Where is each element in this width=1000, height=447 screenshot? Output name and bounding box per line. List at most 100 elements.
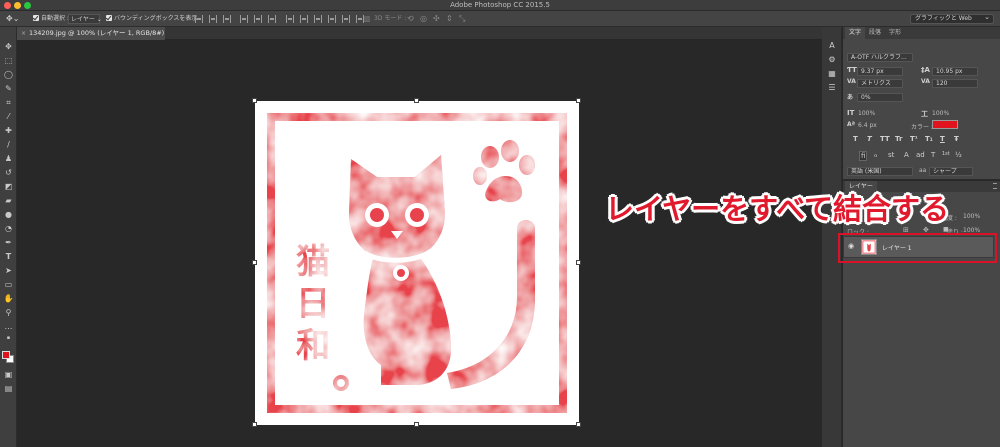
transform-handle[interactable]: [576, 260, 581, 265]
kerning-field[interactable]: メトリクス: [857, 79, 903, 88]
horizontal-scale-value[interactable]: 100%: [932, 110, 949, 117]
distribute-hcenter-icon[interactable]: [342, 15, 350, 23]
align-top-icon[interactable]: [195, 15, 203, 23]
text-color-swatch[interactable]: [932, 120, 958, 129]
path-select-tool-icon[interactable]: ➤: [3, 265, 14, 276]
contextual-alternates-button[interactable]: ℴ: [874, 151, 877, 159]
workspace-select[interactable]: グラフィックと Web: [910, 13, 994, 24]
gradient-tool-icon[interactable]: ▰: [3, 195, 14, 206]
transform-handle[interactable]: [576, 98, 581, 103]
character-panel: 文字 段落 字形 A-OTF ハルクラフ... ƬT 9.37 px ‡A 10…: [843, 27, 1000, 180]
3d-scale-icon[interactable]: ⤡: [459, 14, 465, 24]
zoom-tool-icon[interactable]: ⚲: [3, 307, 14, 318]
dodge-tool-icon[interactable]: ◔: [3, 223, 14, 234]
more-tools-icon[interactable]: …: [3, 321, 14, 332]
3d-roll-icon[interactable]: ◎: [420, 14, 427, 24]
paragraph-panel-icon[interactable]: ⚙: [827, 55, 837, 65]
canvas-area[interactable]: 猫 日 和: [17, 40, 822, 447]
align-hcenter-icon[interactable]: [254, 15, 262, 23]
swatches-panel-icon[interactable]: ▦: [827, 69, 837, 79]
align-right-icon[interactable]: [268, 15, 276, 23]
3d-rotate-icon[interactable]: ⟲: [407, 14, 414, 24]
tracking-field[interactable]: 120: [932, 79, 978, 88]
font-family-select[interactable]: A-OTF ハルクラフ...: [847, 53, 913, 62]
foreground-color-swatch[interactable]: [2, 351, 10, 359]
faux-bold-button[interactable]: T: [853, 135, 858, 143]
baseline-shift-value[interactable]: 6.4 px: [858, 122, 877, 129]
subscript-button[interactable]: T₁: [925, 135, 933, 143]
titling-alternates-button[interactable]: T: [931, 151, 935, 159]
libraries-panel-icon[interactable]: ☰: [827, 83, 837, 93]
clone-stamp-tool-icon[interactable]: ♟: [3, 153, 14, 164]
font-size-field[interactable]: 9.37 px: [857, 67, 903, 76]
align-left-icon[interactable]: [240, 15, 248, 23]
history-brush-tool-icon[interactable]: ↺: [3, 167, 14, 178]
tab-glyphs[interactable]: 字形: [885, 27, 905, 39]
3d-slide-icon[interactable]: ⇕: [446, 14, 453, 24]
transform-handle[interactable]: [252, 422, 257, 427]
underline-button[interactable]: T: [940, 135, 945, 143]
distribute-right-icon[interactable]: [356, 15, 364, 23]
lasso-tool-icon[interactable]: ◯: [3, 69, 14, 80]
tab-character[interactable]: 文字: [845, 27, 866, 39]
document-tab[interactable]: × 134209.jpg @ 100% (レイヤー 1, RGB/8#) *: [17, 27, 165, 40]
quick-select-tool-icon[interactable]: ✎: [3, 83, 14, 94]
opacity-value[interactable]: 100%: [963, 213, 980, 220]
default-colors-icon[interactable]: ▪: [3, 333, 14, 344]
distribute-bottom-icon[interactable]: [314, 15, 322, 23]
distribute-left-icon[interactable]: [328, 15, 336, 23]
transform-handle[interactable]: [252, 260, 257, 265]
bounding-box-checkbox[interactable]: バウンディングボックスを表示: [106, 14, 197, 24]
tsume-field[interactable]: 0%: [857, 93, 903, 102]
ligatures-button[interactable]: fi: [859, 151, 868, 161]
healing-brush-tool-icon[interactable]: ✚: [3, 125, 14, 136]
window-title: Adobe Photoshop CC 2015.5: [450, 1, 550, 9]
distribute-top-icon[interactable]: [286, 15, 294, 23]
stylistic-alternates-button[interactable]: ad: [916, 151, 925, 159]
blur-tool-icon[interactable]: ●: [3, 209, 14, 220]
shape-tool-icon[interactable]: ▭: [3, 279, 14, 290]
small-caps-button[interactable]: Tr: [895, 135, 902, 143]
close-tab-icon[interactable]: ×: [21, 27, 26, 40]
pen-tool-icon[interactable]: ✒: [3, 237, 14, 248]
fractions-button[interactable]: ½: [955, 151, 962, 159]
superscript-button[interactable]: T¹: [910, 135, 918, 143]
vertical-scale-value[interactable]: 100%: [858, 110, 875, 117]
kerning-icon: VA: [847, 78, 856, 85]
eraser-tool-icon[interactable]: ◩: [3, 181, 14, 192]
document-canvas[interactable]: 猫 日 和: [252, 98, 581, 427]
3d-pan-icon[interactable]: ✣: [433, 14, 440, 24]
ordinals-button[interactable]: 1st: [942, 151, 950, 157]
auto-align-icon[interactable]: ▥: [364, 14, 371, 24]
eyedropper-tool-icon[interactable]: ⁄: [3, 111, 14, 122]
hand-tool-icon[interactable]: ✋: [3, 293, 14, 304]
marquee-tool-icon[interactable]: ⬚: [3, 55, 14, 66]
language-select[interactable]: 英語 (米国): [847, 167, 913, 176]
screen-mode-icon[interactable]: ▤: [3, 383, 14, 394]
type-tool-icon[interactable]: T: [3, 251, 14, 262]
transform-handle[interactable]: [576, 422, 581, 427]
quick-mask-icon[interactable]: ▣: [3, 369, 14, 380]
align-bottom-icon[interactable]: [223, 15, 231, 23]
leading-field[interactable]: 10.95 px: [932, 67, 978, 76]
transform-handle[interactable]: [252, 98, 257, 103]
auto-select-checkbox[interactable]: 自動選択 :: [33, 14, 69, 24]
transform-handle[interactable]: [414, 98, 419, 103]
brush-tool-icon[interactable]: /: [3, 139, 14, 150]
antialias-select[interactable]: シャープ: [929, 167, 973, 176]
transform-handle[interactable]: [414, 422, 419, 427]
tab-paragraph[interactable]: 段落: [865, 27, 885, 39]
move-tool-icon[interactable]: ✥: [3, 41, 14, 52]
faux-italic-button[interactable]: T: [867, 135, 872, 143]
discretionary-ligatures-button[interactable]: st: [888, 151, 894, 159]
move-tool-preset-icon[interactable]: ✥⌄: [6, 14, 19, 24]
crop-tool-icon[interactable]: ⌗: [3, 97, 14, 108]
all-caps-button[interactable]: TT: [880, 135, 890, 143]
align-vcenter-icon[interactable]: [209, 15, 217, 23]
auto-select-target-select[interactable]: レイヤー ⌄: [68, 14, 102, 24]
history-panel-icon[interactable]: A: [827, 41, 837, 51]
distribute-vcenter-icon[interactable]: [300, 15, 308, 23]
swash-button[interactable]: A: [904, 151, 909, 159]
panel-menu-icon[interactable]: [993, 183, 997, 189]
strikethrough-button[interactable]: Ŧ: [954, 135, 959, 143]
